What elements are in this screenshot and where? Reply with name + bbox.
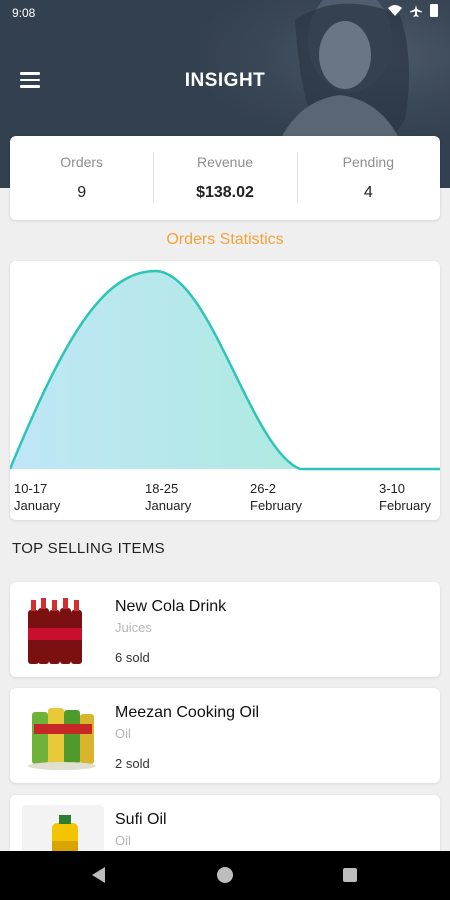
revenue-stat: Revenue $138.02 — [153, 136, 296, 220]
stat-label: Revenue — [196, 154, 254, 170]
stat-value: 4 — [363, 184, 373, 201]
x-tick-label: 26-2 February — [250, 481, 303, 513]
list-item[interactable]: Meezan Cooking Oil Oil 2 sold — [10, 688, 440, 783]
home-icon[interactable] — [217, 867, 233, 883]
orders-stat: Orders 9 — [10, 136, 153, 220]
airplane-icon — [410, 4, 422, 17]
chart-area-fill — [10, 271, 440, 469]
x-tick-label: 3-10 February — [379, 481, 432, 513]
summary-stats-card: Orders 9 Revenue $138.02 Pending 4 — [10, 136, 440, 220]
stat-value: $138.02 — [196, 184, 254, 201]
cola-bottles-image — [22, 592, 104, 667]
cooking-oil-bottles-image — [22, 698, 104, 773]
status-bar: 9:08 — [0, 0, 450, 26]
item-name: New Cola Drink — [115, 598, 227, 615]
stat-label: Orders — [60, 154, 104, 170]
page-title: INSIGHT — [184, 70, 266, 91]
item-name: Sufi Oil — [115, 811, 167, 828]
battery-icon — [430, 4, 438, 17]
wifi-icon — [388, 4, 402, 17]
item-category: Oil — [115, 833, 131, 848]
item-sold-count: 2 sold — [115, 756, 150, 771]
x-tick-label: 18-25 January — [145, 481, 192, 513]
item-name: Meezan Cooking Oil — [115, 704, 260, 721]
android-navigation-bar — [0, 851, 450, 900]
item-category: Juices — [115, 620, 152, 635]
recent-apps-icon[interactable] — [343, 868, 357, 882]
back-icon[interactable] — [92, 867, 105, 883]
stat-value: 9 — [77, 184, 87, 201]
x-tick-label: 10-17 January — [14, 481, 61, 513]
top-selling-heading: TOP SELLING ITEMS — [12, 540, 165, 557]
chart-section-title: Orders Statistics — [166, 231, 284, 248]
orders-area-chart — [10, 269, 440, 471]
list-item[interactable]: New Cola Drink Juices 6 sold — [10, 582, 440, 677]
status-time: 9:08 — [12, 6, 36, 20]
item-sold-count: 6 sold — [115, 650, 150, 665]
stat-label: Pending — [342, 154, 395, 170]
item-category: Oil — [115, 726, 131, 741]
orders-chart-card: 10-17 January 18-25 January 26-2 February 3… — [10, 261, 440, 520]
pending-stat: Pending 4 — [296, 136, 440, 220]
